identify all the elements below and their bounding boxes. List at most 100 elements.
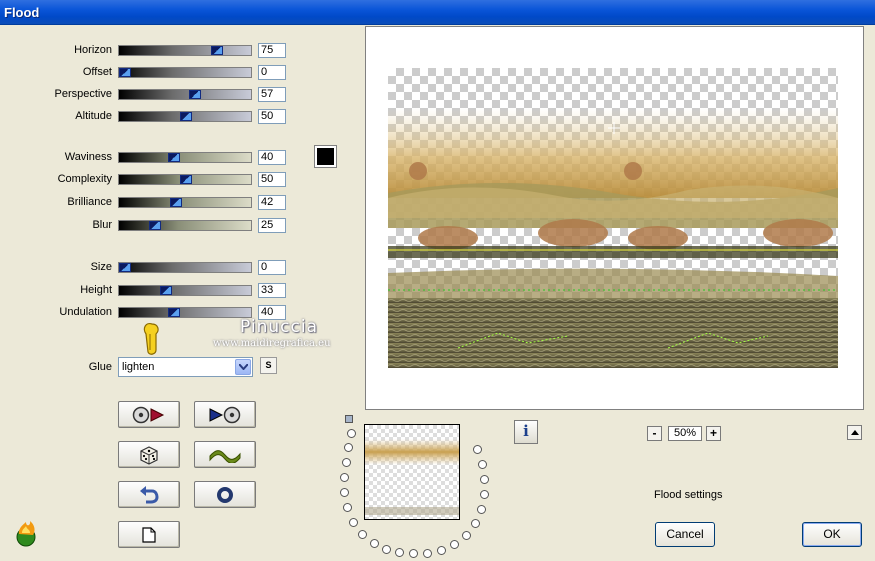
collapse-button[interactable] bbox=[847, 425, 862, 440]
complexity-label: Complexity bbox=[57, 173, 112, 185]
altitude-thumb[interactable] bbox=[180, 112, 192, 121]
offset-thumb[interactable] bbox=[119, 68, 131, 77]
preset-dot[interactable] bbox=[471, 519, 480, 528]
undo-button[interactable] bbox=[118, 481, 180, 508]
preset-dot[interactable] bbox=[480, 490, 489, 499]
window-title: Flood bbox=[4, 5, 40, 20]
preset-dot[interactable] bbox=[395, 548, 404, 557]
zoom-out-button[interactable]: - bbox=[647, 426, 662, 441]
wave-button[interactable] bbox=[194, 441, 256, 468]
altitude-slider[interactable] bbox=[118, 111, 252, 122]
complexity-input[interactable]: 50 bbox=[258, 172, 286, 187]
chevron-up-icon bbox=[851, 430, 859, 435]
dice-icon bbox=[140, 445, 158, 465]
arrow-cd-icon bbox=[209, 406, 241, 423]
hand-pointer-icon bbox=[143, 323, 159, 355]
glue-label: Glue bbox=[88, 361, 112, 373]
glue-dropdown[interactable]: lighten bbox=[118, 357, 253, 377]
dialog-body: Horizon 75 Offset 0 Perspective 57 Altit… bbox=[0, 25, 875, 561]
size-input[interactable]: 0 bbox=[258, 260, 286, 275]
brilliance-thumb[interactable] bbox=[170, 198, 182, 207]
waviness-input[interactable]: 40 bbox=[258, 150, 286, 165]
brilliance-slider[interactable] bbox=[118, 197, 252, 208]
preset-dot[interactable] bbox=[462, 531, 471, 540]
complexity-slider[interactable] bbox=[118, 174, 252, 185]
altitude-input[interactable]: 50 bbox=[258, 109, 286, 124]
ok-button[interactable]: OK bbox=[802, 522, 862, 547]
horizon-thumb[interactable] bbox=[211, 46, 223, 55]
size-slider[interactable] bbox=[118, 262, 252, 273]
preset-dot[interactable] bbox=[347, 429, 356, 438]
perspective-slider[interactable] bbox=[118, 89, 252, 100]
preset-dot[interactable] bbox=[480, 475, 489, 484]
height-thumb[interactable] bbox=[160, 286, 172, 295]
altitude-label: Altitude bbox=[75, 110, 112, 122]
color-swatch[interactable] bbox=[314, 145, 337, 168]
ring-icon bbox=[217, 486, 233, 503]
waviness-thumb[interactable] bbox=[168, 153, 180, 162]
offset-input[interactable]: 0 bbox=[258, 65, 286, 80]
preset-dot[interactable] bbox=[409, 549, 418, 558]
info-button[interactable]: i bbox=[514, 420, 538, 444]
undulation-slider[interactable] bbox=[118, 307, 252, 318]
open-preset-button[interactable] bbox=[118, 401, 180, 428]
save-preset-button[interactable] bbox=[194, 401, 256, 428]
perspective-label: Perspective bbox=[54, 88, 112, 100]
preset-dot[interactable] bbox=[450, 540, 459, 549]
height-slider[interactable] bbox=[118, 285, 252, 296]
glue-settings-button[interactable]: S bbox=[260, 357, 277, 374]
preset-thumbnail-image bbox=[365, 439, 459, 515]
height-label: Height bbox=[80, 284, 112, 296]
waviness-label: Waviness bbox=[64, 151, 112, 163]
preset-dot[interactable] bbox=[340, 473, 349, 482]
randomize-button[interactable] bbox=[118, 441, 180, 468]
size-label: Size bbox=[90, 261, 112, 273]
preset-dot[interactable] bbox=[382, 545, 391, 554]
horizon-input[interactable]: 75 bbox=[258, 43, 286, 58]
zoom-in-button[interactable]: + bbox=[706, 426, 721, 441]
preset-dot[interactable] bbox=[473, 445, 482, 454]
zoom-level: 50% bbox=[668, 426, 702, 441]
preset-dot[interactable] bbox=[423, 549, 432, 558]
preset-dot[interactable] bbox=[340, 488, 349, 497]
horizon-slider[interactable] bbox=[118, 45, 252, 56]
preset-dot[interactable] bbox=[349, 518, 358, 527]
waviness-slider[interactable] bbox=[118, 152, 252, 163]
preset-dot[interactable] bbox=[478, 460, 487, 469]
offset-slider[interactable] bbox=[118, 67, 252, 78]
offset-label: Offset bbox=[82, 66, 112, 78]
blur-thumb[interactable] bbox=[149, 221, 161, 230]
preset-dot[interactable] bbox=[342, 458, 351, 467]
copy-button[interactable] bbox=[118, 521, 180, 548]
brilliance-input[interactable]: 42 bbox=[258, 195, 286, 210]
preset-dot[interactable] bbox=[370, 539, 379, 548]
preset-dot[interactable] bbox=[477, 505, 486, 514]
preset-dot[interactable] bbox=[437, 546, 446, 555]
flame-logo-icon bbox=[16, 521, 36, 547]
preset-dot[interactable] bbox=[344, 443, 353, 452]
perspective-thumb[interactable] bbox=[189, 90, 201, 99]
chevron-down-icon[interactable] bbox=[235, 359, 251, 375]
undo-arrow-icon bbox=[140, 485, 159, 503]
cancel-button[interactable]: Cancel bbox=[655, 522, 715, 547]
watermark-name: Pinuccia bbox=[240, 317, 318, 337]
glue-value: lighten bbox=[122, 361, 155, 373]
flood-landscape bbox=[388, 108, 838, 368]
flood-preview-image[interactable] bbox=[388, 68, 838, 368]
preset-ring-handle[interactable] bbox=[345, 415, 353, 423]
title-bar[interactable]: Flood bbox=[0, 0, 875, 25]
blur-label: Blur bbox=[92, 219, 112, 231]
horizon-label: Horizon bbox=[74, 44, 112, 56]
settings-label: Flood settings bbox=[654, 489, 723, 501]
size-thumb[interactable] bbox=[119, 263, 131, 272]
complexity-thumb[interactable] bbox=[180, 175, 192, 184]
reset-button[interactable] bbox=[194, 481, 256, 508]
preset-thumbnail[interactable] bbox=[364, 424, 460, 520]
preset-dot[interactable] bbox=[343, 503, 352, 512]
blur-input[interactable]: 25 bbox=[258, 218, 286, 233]
blur-slider[interactable] bbox=[118, 220, 252, 231]
preset-dot[interactable] bbox=[358, 530, 367, 539]
undulation-thumb[interactable] bbox=[168, 308, 180, 317]
height-input[interactable]: 33 bbox=[258, 283, 286, 298]
perspective-input[interactable]: 57 bbox=[258, 87, 286, 102]
